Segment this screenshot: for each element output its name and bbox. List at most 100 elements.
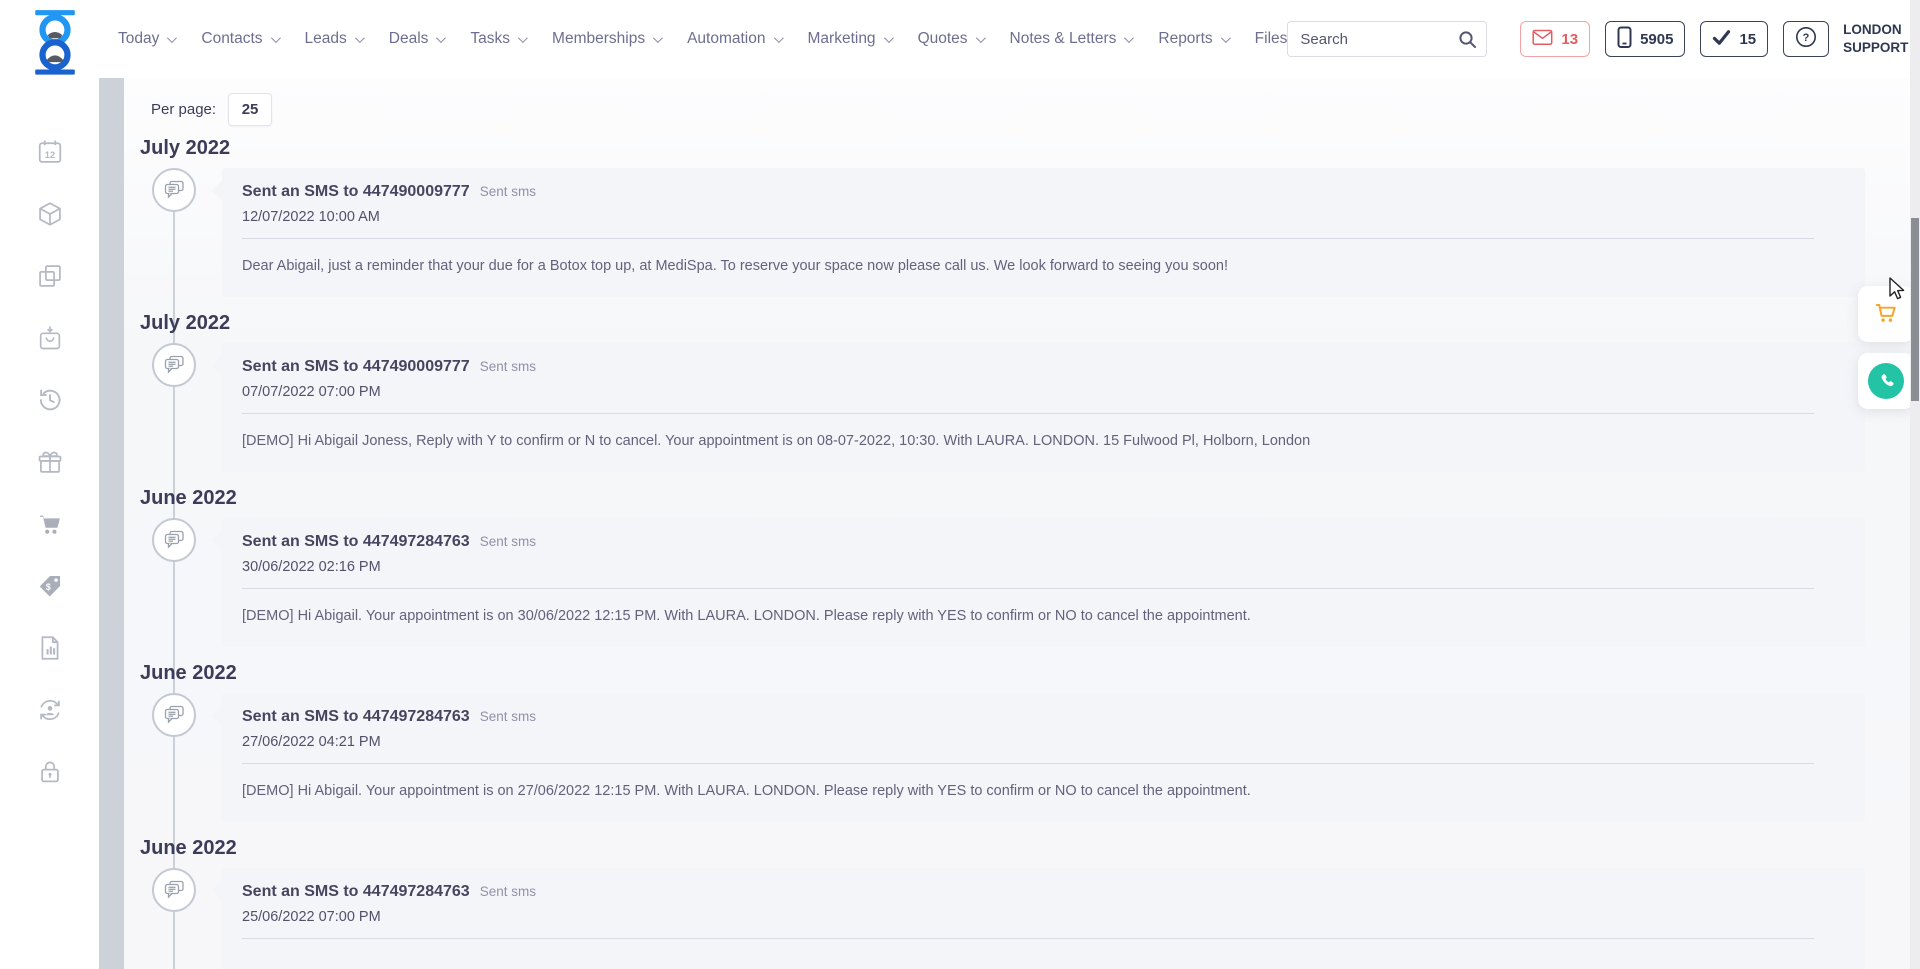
activity-card: Sent an SMS to 447497284763 Sent sms 30/0…	[222, 518, 1865, 647]
timeline-month-heading: July 2022	[140, 313, 1920, 333]
activity-title: Sent an SMS to 447490009777	[242, 358, 470, 375]
chevron-down-icon	[271, 33, 281, 43]
calendar-12-icon[interactable]: 12	[36, 138, 64, 166]
envelope-icon	[1532, 29, 1553, 50]
activity-tag: Sent sms	[480, 709, 536, 724]
report-document-icon[interactable]	[36, 634, 64, 662]
nav-label: Leads	[305, 30, 347, 48]
nav-item-contacts[interactable]: Contacts	[201, 30, 277, 48]
profile-name: LONDON SUPPORT	[1843, 21, 1908, 56]
nav-item-reports[interactable]: Reports	[1158, 30, 1227, 48]
cube-icon[interactable]	[36, 200, 64, 228]
activity-datetime: 27/06/2022 04:21 PM	[242, 733, 1845, 751]
timeline: July 2022	[140, 138, 1920, 969]
nav-item-today[interactable]: Today	[118, 30, 174, 48]
nav-item-memberships[interactable]: Memberships	[552, 30, 660, 48]
user-sync-icon[interactable]	[36, 696, 64, 724]
timeline-gutter	[140, 518, 222, 647]
chevron-down-icon	[884, 33, 894, 43]
mobile-phone-icon	[1617, 26, 1632, 53]
activity-title: Sent an SMS to 447497284763	[242, 533, 470, 550]
app-window: Today Contacts Leads Deals Tasks Members…	[0, 0, 1920, 969]
main-content: Per page: 25 July 2022	[124, 78, 1920, 969]
mail-badge[interactable]: 13	[1520, 21, 1590, 57]
activity-message: [DEMO] Hi Abigail Joness, Reply with Y t…	[242, 413, 1814, 472]
sms-activity-icon	[152, 518, 196, 562]
activity-card: Sent an SMS to 447490009777 Sent sms 07/0…	[222, 343, 1865, 472]
mail-count: 13	[1561, 31, 1578, 48]
check-icon	[1712, 29, 1731, 50]
per-page-row: Per page: 25	[151, 92, 1920, 126]
gift-icon[interactable]	[36, 448, 64, 476]
main-nav: Today Contacts Leads Deals Tasks Members…	[118, 30, 1287, 48]
chevron-down-icon	[773, 33, 783, 43]
bag-arrow-icon[interactable]	[36, 324, 64, 352]
chevron-down-icon	[436, 33, 446, 43]
search-box	[1287, 21, 1487, 57]
help-badge[interactable]: ?	[1783, 21, 1829, 57]
nav-item-leads[interactable]: Leads	[305, 30, 362, 48]
sms-badge[interactable]: 5905	[1605, 21, 1685, 57]
activity-card-header: Sent an SMS to 447490009777 Sent sms 07/0…	[222, 343, 1865, 413]
activity-tag: Sent sms	[480, 534, 536, 549]
svg-text:?: ?	[1803, 32, 1810, 44]
timeline-entry: Sent an SMS to 447497284763 Sent sms 30/0…	[140, 518, 1920, 647]
content-gutter	[99, 78, 124, 969]
nav-item-tasks[interactable]: Tasks	[470, 30, 525, 48]
cart-button[interactable]	[1858, 286, 1914, 342]
nav-label: Quotes	[918, 30, 968, 48]
history-icon[interactable]	[36, 386, 64, 414]
timeline-gutter	[140, 168, 222, 297]
sms-count: 5905	[1640, 31, 1673, 48]
timeline-entry: Sent an SMS to 447497284763 Sent sms 27/0…	[140, 693, 1920, 822]
phone-button[interactable]	[1858, 353, 1914, 409]
nav-label: Memberships	[552, 30, 645, 48]
header-badges: 13 5905 15 ?	[1520, 21, 1829, 57]
lock-icon[interactable]	[36, 758, 64, 786]
user-profile[interactable]: LONDON SUPPORT	[1843, 17, 1920, 61]
cart-icon[interactable]	[36, 510, 64, 538]
activity-datetime: 07/07/2022 07:00 PM	[242, 383, 1845, 401]
activity-card-header: Sent an SMS to 447490009777Sent sms 12/0…	[222, 168, 1865, 238]
timeline-month-heading: June 2022	[140, 663, 1920, 683]
nav-item-files[interactable]: Files	[1255, 30, 1288, 48]
activity-datetime: 25/06/2022 07:00 PM	[242, 908, 1845, 926]
tasks-badge[interactable]: 15	[1700, 21, 1768, 57]
activity-title: Sent an SMS to 447497284763	[242, 883, 470, 900]
activity-title: Sent an SMS to 447497284763	[242, 708, 470, 725]
timeline-entry: Sent an SMS to 447497284763 Sent sms 25/0…	[140, 868, 1920, 969]
nav-label: Contacts	[201, 30, 262, 48]
activity-message: [DEMO] Hi Abigail. Your appointment is o…	[242, 588, 1814, 647]
vertical-scrollbar[interactable]	[1910, 0, 1920, 969]
nav-item-automation[interactable]: Automation	[687, 30, 780, 48]
top-header: Today Contacts Leads Deals Tasks Members…	[0, 0, 1920, 78]
overlapping-squares-icon[interactable]	[36, 262, 64, 290]
activity-datetime: 30/06/2022 02:16 PM	[242, 558, 1845, 576]
nav-item-notes-letters[interactable]: Notes & Letters	[1010, 30, 1132, 48]
sms-activity-icon	[152, 693, 196, 737]
activity-tag: Sent sms	[480, 884, 536, 899]
sms-activity-icon	[152, 343, 196, 387]
search-icon[interactable]	[1448, 22, 1486, 56]
per-page-label: Per page:	[151, 101, 216, 118]
activity-tag: Sent sms	[480, 184, 536, 199]
per-page-select[interactable]: 25	[228, 93, 272, 126]
scrollbar-thumb[interactable]	[1911, 218, 1919, 401]
activity-card-header: Sent an SMS to 447497284763 Sent sms 25/0…	[222, 868, 1865, 938]
activity-tag: Sent sms	[480, 359, 536, 374]
price-tag-icon[interactable]: $	[36, 572, 64, 600]
nav-item-quotes[interactable]: Quotes	[918, 30, 983, 48]
nav-label: Today	[118, 30, 159, 48]
cart-icon	[1872, 298, 1900, 331]
hourglass-logo[interactable]	[30, 8, 80, 70]
nav-item-marketing[interactable]: Marketing	[808, 30, 891, 48]
nav-label: Files	[1255, 30, 1288, 48]
activity-datetime: 12/07/2022 10:00 AM	[242, 208, 1845, 226]
chevron-down-icon	[167, 33, 177, 43]
nav-label: Reports	[1158, 30, 1212, 48]
nav-item-deals[interactable]: Deals	[389, 30, 444, 48]
sms-activity-icon	[152, 168, 196, 212]
timeline-gutter	[140, 868, 222, 969]
search-input[interactable]	[1288, 31, 1448, 48]
header-right: 13 5905 15 ?	[1287, 17, 1920, 61]
